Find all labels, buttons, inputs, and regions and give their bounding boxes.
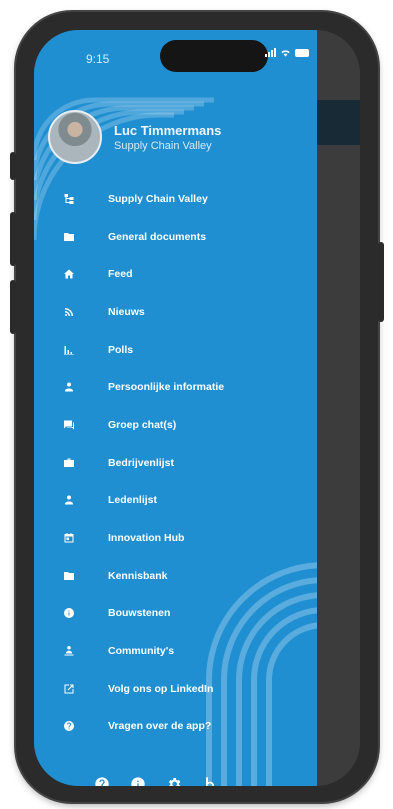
status-indicators <box>265 48 309 57</box>
navigation-drawer: 9:15 Luc Timmermans Supply Chain Valley … <box>34 30 317 786</box>
menu-item[interactable]: Polls <box>34 331 317 369</box>
menu-item-label: Nieuws <box>108 305 145 318</box>
signal-icon <box>265 48 276 57</box>
menu-item-label: Community's <box>108 645 175 658</box>
wifi-icon <box>281 50 290 57</box>
drawer-bottom-bar <box>94 776 218 786</box>
menu-item-label: Polls <box>108 343 134 356</box>
menu-item[interactable]: Vragen over de app? <box>34 708 317 746</box>
help-icon[interactable] <box>94 776 110 786</box>
volume-up-button <box>10 212 16 266</box>
status-time: 9:15 <box>86 52 110 66</box>
profile-name: Luc Timmermans <box>114 122 222 138</box>
drawer-menu: Supply Chain Valley General documents Feed… <box>34 180 317 745</box>
menu-item-label: Feed <box>108 268 133 281</box>
menu-item[interactable]: Groep chat(s) <box>34 406 317 444</box>
phone-frame: 9:15 Luc Timmermans Supply Chain Valley … <box>10 12 384 802</box>
people-icon <box>62 644 76 658</box>
menu-item[interactable]: Bouwstenen <box>34 595 317 633</box>
help-icon <box>62 719 76 733</box>
briefcase-icon <box>62 456 76 470</box>
rss-icon <box>62 305 76 319</box>
folder-icon <box>62 569 76 583</box>
mute-switch <box>10 152 16 180</box>
avatar <box>48 110 102 164</box>
menu-item-label: Bouwstenen <box>108 607 171 620</box>
menu-item-label: Innovation Hub <box>108 532 185 545</box>
person-icon <box>62 380 76 394</box>
menu-item-label: Persoonlijke informatie <box>108 381 225 394</box>
brand-b-icon[interactable] <box>202 776 218 786</box>
menu-item[interactable]: Ledenlijst <box>34 482 317 520</box>
menu-item[interactable]: Persoonlijke informatie <box>34 368 317 406</box>
menu-item[interactable]: Nieuws <box>34 293 317 331</box>
info-icon <box>62 606 76 620</box>
menu-item-label: Kennisbank <box>108 569 168 582</box>
volume-down-button <box>10 280 16 334</box>
home-icon <box>62 267 76 281</box>
menu-item[interactable]: Volg ons op LinkedIn <box>34 670 317 708</box>
menu-item[interactable]: Bedrijvenlijst <box>34 444 317 482</box>
folder-icon <box>62 230 76 244</box>
info-icon[interactable] <box>130 776 146 786</box>
dynamic-island <box>160 40 268 72</box>
profile-organization: Supply Chain Valley <box>114 139 212 152</box>
menu-item[interactable]: Innovation Hub <box>34 519 317 557</box>
org-tree-icon <box>62 192 76 206</box>
chat-icon <box>62 418 76 432</box>
menu-item[interactable]: Feed <box>34 255 317 293</box>
menu-item-label: Groep chat(s) <box>108 418 177 431</box>
person-icon <box>62 493 76 507</box>
external-link-icon <box>62 682 76 696</box>
menu-item-label: Vragen over de app? <box>108 720 212 733</box>
menu-item[interactable]: Community's <box>34 632 317 670</box>
settings-icon[interactable] <box>166 776 182 786</box>
menu-item[interactable]: Kennisbank <box>34 557 317 595</box>
power-button <box>378 242 384 322</box>
menu-item-label: Bedrijvenlijst <box>108 456 174 469</box>
menu-item-label: Volg ons op LinkedIn <box>108 682 214 695</box>
bar-chart-icon <box>62 343 76 357</box>
screen: 9:15 Luc Timmermans Supply Chain Valley … <box>34 30 360 786</box>
menu-item-label: Supply Chain Valley <box>108 192 208 205</box>
profile-header[interactable]: Luc Timmermans Supply Chain Valley <box>48 110 221 164</box>
battery-icon <box>295 48 309 57</box>
menu-item[interactable]: General documents <box>34 218 317 256</box>
menu-item-label: Ledenlijst <box>108 494 158 507</box>
calendar-icon <box>62 531 76 545</box>
menu-item[interactable]: Supply Chain Valley <box>34 180 317 218</box>
menu-item-label: General documents <box>108 230 207 243</box>
